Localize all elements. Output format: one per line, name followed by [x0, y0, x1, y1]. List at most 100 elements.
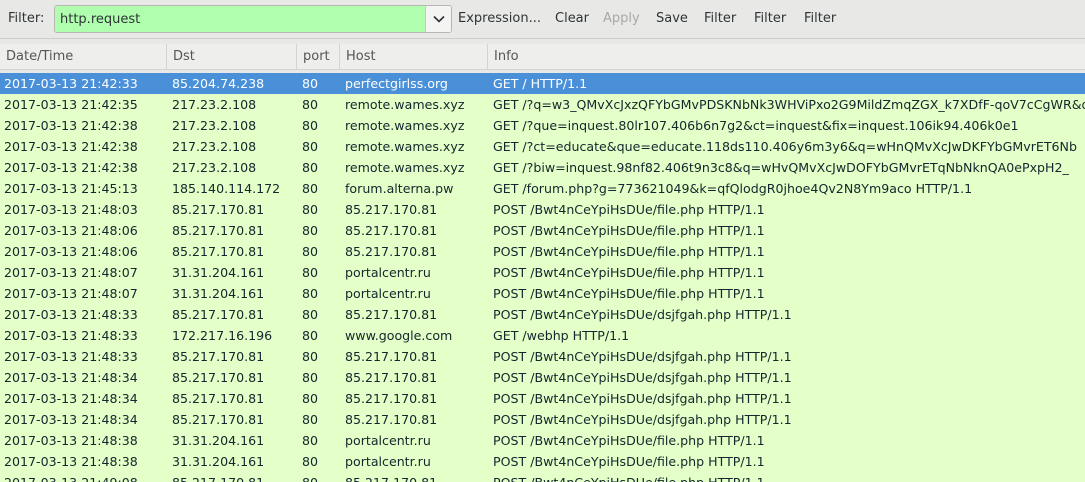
column-header-port[interactable]: port: [297, 44, 340, 69]
cell-info: GET /?ct=educate&que=educate.118ds110.40…: [493, 139, 1077, 154]
packet-row[interactable]: 2017-03-13 21:48:03 85.217.170.81 80 85.217…: [0, 199, 1085, 220]
packet-row[interactable]: 2017-03-13 21:48:06 85.217.170.81 80 85.217…: [0, 241, 1085, 262]
cell-datetime: 2017-03-13 21:42:38: [4, 160, 138, 175]
filter-button-2[interactable]: Filter: [754, 11, 786, 26]
packet-row[interactable]: 2017-03-13 21:42:33 85.204.74.238 80 perfec…: [0, 73, 1085, 94]
filter-button-3[interactable]: Filter: [804, 11, 836, 26]
cell-info: POST /Bwt4nCeYpiHsDUe/file.php HTTP/1.1: [493, 223, 765, 238]
cell-info: POST /Bwt4nCeYpiHsDUe/dsjfgah.php HTTP/1…: [493, 412, 792, 427]
packet-row[interactable]: 2017-03-13 21:48:34 85.217.170.81 80 85.217…: [0, 409, 1085, 430]
cell-info: GET /forum.php?g=773621049&k=qfQlodgR0jh…: [493, 181, 973, 196]
packet-row[interactable]: 2017-03-13 21:48:06 85.217.170.81 80 85.217…: [0, 220, 1085, 241]
cell-host: portalcentr.ru: [345, 265, 431, 280]
cell-datetime: 2017-03-13 21:48:33: [4, 328, 138, 343]
cell-port: 80: [302, 454, 319, 469]
packet-list[interactable]: 2017-03-13 21:42:33 85.204.74.238 80 perfec…: [0, 73, 1085, 482]
display-filter-combobox[interactable]: [54, 5, 452, 33]
filter-history-dropdown[interactable]: [425, 6, 451, 32]
cell-host: www.google.com: [345, 328, 453, 343]
cell-port: 80: [302, 328, 319, 343]
packet-row[interactable]: 2017-03-13 21:48:33 85.217.170.81 80 85.217…: [0, 304, 1085, 325]
cell-host: 85.217.170.81: [345, 202, 438, 217]
cell-dst: 31.31.204.161: [172, 286, 265, 301]
packet-row[interactable]: 2017-03-13 21:48:34 85.217.170.81 80 85.217…: [0, 367, 1085, 388]
cell-dst: 85.217.170.81: [172, 370, 265, 385]
cell-host: remote.wames.xyz: [345, 139, 465, 154]
cell-datetime: 2017-03-13 21:42:33: [4, 76, 138, 91]
expression-button[interactable]: Expression...: [458, 11, 541, 26]
cell-datetime: 2017-03-13 21:48:34: [4, 370, 138, 385]
cell-info: POST /Bwt4nCeYpiHsDUe/dsjfgah.php HTTP/1…: [493, 349, 792, 364]
cell-port: 80: [302, 412, 319, 427]
filter-label: Filter:: [8, 11, 45, 26]
packet-row[interactable]: 2017-03-13 21:42:38 217.23.2.108 80 remote.…: [0, 157, 1085, 178]
packet-row[interactable]: 2017-03-13 21:48:07 31.31.204.161 80 portal…: [0, 283, 1085, 304]
cell-dst: 217.23.2.108: [172, 160, 257, 175]
cell-host: 85.217.170.81: [345, 244, 438, 259]
packet-row[interactable]: 2017-03-13 21:42:38 217.23.2.108 80 remote.…: [0, 136, 1085, 157]
cell-port: 80: [302, 307, 319, 322]
packet-row[interactable]: 2017-03-13 21:42:35 217.23.2.108 80 remote.…: [0, 94, 1085, 115]
cell-dst: 85.217.170.81: [172, 307, 265, 322]
cell-datetime: 2017-03-13 21:42:38: [4, 139, 138, 154]
cell-port: 80: [302, 244, 319, 259]
cell-host: 85.217.170.81: [345, 412, 438, 427]
cell-info: POST /Bwt4nCeYpiHsDUe/file.php HTTP/1.1: [493, 472, 1085, 482]
cell-port: 80: [302, 349, 319, 364]
cell-port: 80: [302, 97, 319, 112]
cell-host: portalcentr.ru: [345, 454, 431, 469]
cell-datetime: 2017-03-13 21:48:06: [4, 244, 138, 259]
cell-datetime: 2017-03-13 21:48:34: [4, 412, 138, 427]
column-header-info[interactable]: Info: [488, 44, 1085, 69]
cell-datetime: 2017-03-13 21:45:13: [4, 181, 138, 196]
filter-button-1[interactable]: Filter: [704, 11, 736, 26]
cell-datetime: 2017-03-13 21:48:38: [4, 433, 138, 448]
packet-row[interactable]: 2017-03-13 21:48:38 31.31.204.161 80 portal…: [0, 430, 1085, 451]
cell-info: GET /?biw=inquest.98nf82.406t9n3c8&q=wHv…: [493, 160, 1069, 175]
apply-button[interactable]: Apply: [603, 11, 640, 26]
packet-row[interactable]: 2017-03-13 21:48:33 172.217.16.196 80 www.g…: [0, 325, 1085, 346]
cell-info: POST /Bwt4nCeYpiHsDUe/dsjfgah.php HTTP/1…: [493, 307, 792, 322]
display-filter-input[interactable]: [55, 6, 425, 32]
cell-info: GET /?q=w3_QMvXcJxzQFYbGMvPDSKNbNk3WHViP…: [493, 97, 1085, 112]
clear-button[interactable]: Clear: [555, 11, 589, 26]
cell-host: remote.wames.xyz: [345, 160, 465, 175]
packet-row[interactable]: 2017-03-13 21:42:38 217.23.2.108 80 remote.…: [0, 115, 1085, 136]
cell-datetime: 2017-03-13 21:48:33: [4, 349, 138, 364]
cell-port: 80: [302, 76, 319, 91]
cell-port: 80: [302, 118, 319, 133]
cell-datetime: 2017-03-13 21:48:33: [4, 307, 138, 322]
packet-row[interactable]: 2017-03-13 21:49:08 85.217.170.81 80 85.217…: [0, 472, 1085, 482]
cell-datetime: 2017-03-13 21:48:06: [4, 223, 138, 238]
column-header-datetime[interactable]: Date/Time: [0, 44, 167, 69]
cell-info: POST /Bwt4nCeYpiHsDUe/file.php HTTP/1.1: [493, 202, 765, 217]
packet-row[interactable]: 2017-03-13 21:48:07 31.31.204.161 80 portal…: [0, 262, 1085, 283]
cell-info: GET / HTTP/1.1: [493, 76, 588, 91]
packet-row[interactable]: 2017-03-13 21:48:33 85.217.170.81 80 85.217…: [0, 346, 1085, 367]
cell-host: portalcentr.ru: [345, 433, 431, 448]
save-button[interactable]: Save: [656, 11, 688, 26]
cell-info: POST /Bwt4nCeYpiHsDUe/file.php HTTP/1.1: [493, 454, 765, 469]
cell-datetime: 2017-03-13 21:48:38: [4, 454, 138, 469]
packet-row[interactable]: 2017-03-13 21:48:38 31.31.204.161 80 portal…: [0, 451, 1085, 472]
cell-port: 80: [302, 286, 319, 301]
cell-datetime: 2017-03-13 21:48:03: [4, 202, 138, 217]
cell-dst: 185.140.114.172: [172, 181, 281, 196]
cell-port: 80: [302, 139, 319, 154]
chevron-down-icon: [433, 15, 445, 23]
column-header-dst[interactable]: Dst: [167, 44, 297, 69]
cell-dst: 85.217.170.81: [172, 391, 265, 406]
cell-info: POST /Bwt4nCeYpiHsDUe/file.php HTTP/1.1: [493, 433, 765, 448]
cell-datetime: 2017-03-13 21:48:07: [4, 286, 138, 301]
cell-port: 80: [302, 472, 340, 482]
packet-row[interactable]: 2017-03-13 21:48:34 85.217.170.81 80 85.217…: [0, 388, 1085, 409]
cell-dst: 217.23.2.108: [172, 97, 257, 112]
cell-datetime: 2017-03-13 21:42:35: [4, 97, 138, 112]
cell-info: POST /Bwt4nCeYpiHsDUe/file.php HTTP/1.1: [493, 265, 765, 280]
cell-dst: 172.217.16.196: [172, 328, 273, 343]
column-header-host[interactable]: Host: [340, 44, 488, 69]
cell-dst: 85.217.170.81: [172, 472, 298, 482]
cell-dst: 85.217.170.81: [172, 349, 265, 364]
display-filter-toolbar: Filter: Expression... Clear Apply Save F…: [0, 0, 1085, 39]
packet-row[interactable]: 2017-03-13 21:45:13 185.140.114.172 80 foru…: [0, 178, 1085, 199]
